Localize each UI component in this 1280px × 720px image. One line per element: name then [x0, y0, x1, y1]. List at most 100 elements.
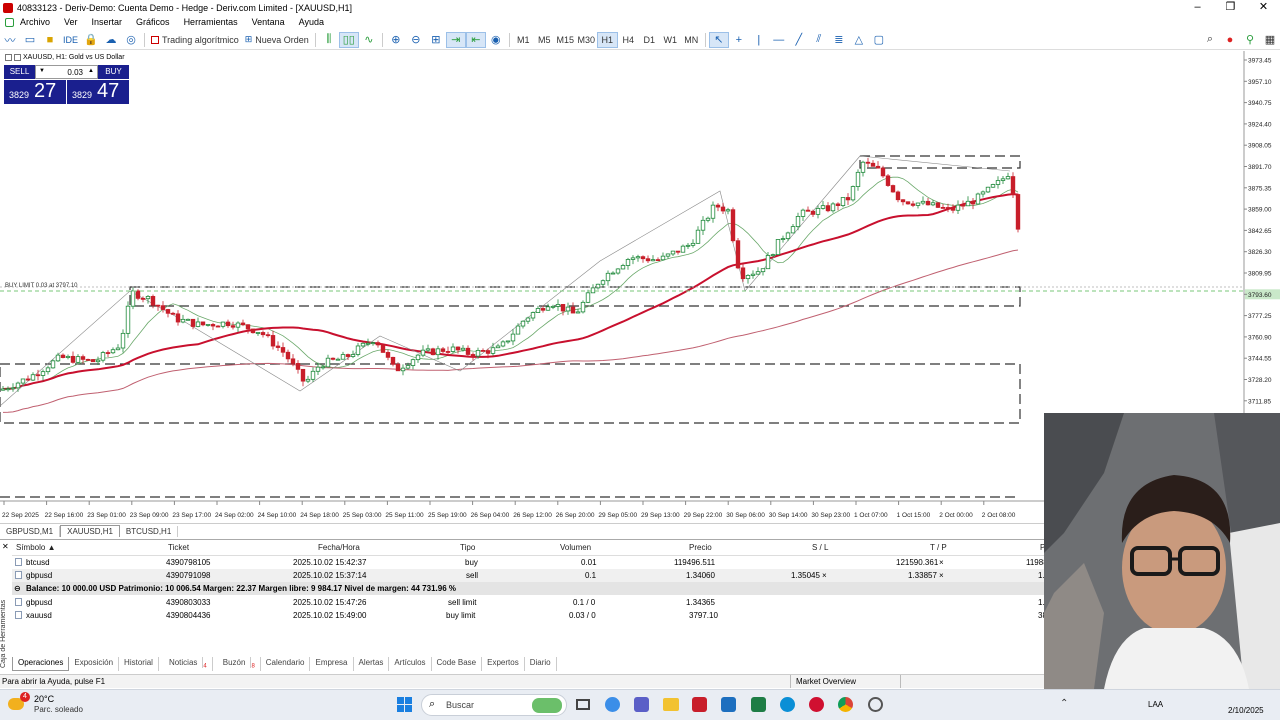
language-indicator[interactable]: LAA	[1148, 700, 1163, 709]
status-profile[interactable]: Market Overview	[796, 677, 856, 686]
col-ticket[interactable]: Ticket	[168, 543, 189, 555]
copilot-icon[interactable]	[605, 697, 620, 712]
teams-icon[interactable]	[634, 697, 649, 712]
tab-buzon[interactable]: Buzón 8	[213, 657, 261, 671]
tf-m1[interactable]: M1	[513, 32, 534, 48]
new-order-button[interactable]: ⊞ Nueva Orden	[242, 32, 312, 48]
menu-ventana[interactable]: Ventana	[252, 17, 285, 27]
menu-archivo[interactable]: Archivo	[20, 17, 50, 27]
tf-d1[interactable]: D1	[639, 32, 660, 48]
chart-shift-icon[interactable]: ⇤	[465, 31, 486, 48]
tab-alertas[interactable]: Alertas	[354, 657, 390, 671]
autoscroll-icon[interactable]: ⇥	[445, 31, 466, 48]
remove-sl-icon[interactable]: ×	[822, 571, 827, 580]
tab-code-base[interactable]: Code Base	[432, 657, 483, 671]
col-tp[interactable]: T / P	[930, 543, 947, 555]
candlestick-icon[interactable]: ▯▯	[338, 31, 359, 48]
tf-h1[interactable]: H1	[596, 31, 618, 48]
menu-graficos[interactable]: Gráficos	[136, 17, 170, 27]
col-volume[interactable]: Volumen	[560, 543, 591, 555]
col-sl[interactable]: S / L	[812, 543, 828, 555]
menu-herramientas[interactable]: Herramientas	[184, 17, 238, 27]
zoom-in-icon[interactable]: ⊕	[386, 32, 406, 48]
remove-tp-icon[interactable]: ×	[939, 558, 944, 567]
layout-icon[interactable]: ▦	[1260, 32, 1280, 48]
signals-icon[interactable]: ◎	[121, 32, 141, 48]
remove-tp-icon[interactable]: ×	[939, 571, 944, 580]
excel-icon[interactable]	[751, 697, 766, 712]
tab-diario[interactable]: Diario	[525, 657, 557, 671]
tf-h4[interactable]: H4	[618, 32, 639, 48]
col-time[interactable]: Fecha/Hora	[318, 543, 360, 555]
crosshair-icon[interactable]: +	[729, 32, 749, 48]
fibonacci-icon[interactable]: ≣	[829, 32, 849, 48]
menu-insertar[interactable]: Insertar	[92, 17, 123, 27]
tf-w1[interactable]: W1	[660, 32, 681, 48]
tab-operaciones[interactable]: Operaciones	[12, 657, 70, 671]
chart-tab-gbpusd[interactable]: GBPUSD,M1	[0, 526, 61, 537]
buy-price-box[interactable]: 3829 47	[67, 80, 129, 104]
search-icon[interactable]: ⌕	[1200, 32, 1220, 48]
profiles-icon[interactable]: ▭	[20, 32, 40, 48]
close-terminal-icon[interactable]: ✕	[2, 542, 9, 551]
tab-exposicion[interactable]: Exposición	[69, 657, 120, 671]
taskbar-date[interactable]: 2/10/2025	[1228, 706, 1264, 715]
channel-icon[interactable]: ⫽	[809, 32, 829, 48]
table-row[interactable]: btcusd 4390798105 2025.10.02 15:42:37 bu…	[12, 556, 1048, 569]
col-symbol[interactable]: Símbolo ▲	[16, 543, 56, 555]
sell-price-box[interactable]: 3829 27	[4, 80, 66, 104]
col-type[interactable]: Tipo	[460, 543, 475, 555]
folder-icon[interactable]: ■	[40, 32, 60, 48]
ide-button[interactable]: IDE	[60, 32, 81, 48]
menu-ver[interactable]: Ver	[64, 17, 78, 27]
line-icon[interactable]: ∿	[359, 32, 379, 48]
volume-up-icon[interactable]: ▲	[88, 68, 94, 74]
tf-mn[interactable]: MN	[681, 32, 702, 48]
opera-icon[interactable]	[809, 697, 824, 712]
tab-historial[interactable]: Historial	[119, 657, 159, 671]
settings-gear-icon[interactable]	[868, 697, 883, 712]
taskbar-search[interactable]: ⌕ Buscar	[421, 694, 567, 716]
deriv-mt5-icon[interactable]	[692, 697, 707, 712]
grid-icon[interactable]: ⊞	[426, 32, 446, 48]
tf-m30[interactable]: M30	[576, 32, 597, 48]
volume-down-icon[interactable]: ▼	[39, 68, 45, 74]
file-explorer-icon[interactable]	[663, 698, 679, 711]
close-icon[interactable]: ✕	[1247, 0, 1280, 15]
col-price[interactable]: Precio	[689, 543, 712, 555]
task-view-icon[interactable]	[576, 699, 590, 710]
zoom-out-icon[interactable]: ⊖	[406, 32, 426, 48]
tab-calendario[interactable]: Calendario	[261, 657, 311, 671]
tray-chevron-icon[interactable]: ⌃	[1060, 698, 1068, 709]
table-row[interactable]: gbpusd 4390803033 2025.10.02 15:47:26 se…	[12, 596, 1045, 609]
tab-noticias[interactable]: Noticias 4	[159, 657, 213, 671]
chart-depth-icon[interactable]	[14, 54, 21, 61]
maximize-icon[interactable]: ❐	[1214, 0, 1247, 15]
account-icon[interactable]: ⚲	[1240, 32, 1260, 48]
lock-icon[interactable]: 🔒	[81, 32, 101, 48]
table-row[interactable]: gbpusd 4390791098 2025.10.02 15:37:14 se…	[12, 569, 1045, 582]
cloud-icon[interactable]: ☁	[101, 32, 121, 48]
table-row[interactable]: xauusd 4390804436 2025.10.02 15:49:00 bu…	[12, 609, 1047, 622]
tab-articulos[interactable]: Artículos	[389, 657, 432, 671]
chart-tab-xauusd[interactable]: XAUUSD,H1	[60, 525, 120, 537]
tf-m5[interactable]: M5	[534, 32, 555, 48]
line-chart-icon[interactable]: 〰	[0, 32, 20, 48]
trendline-icon[interactable]: ╱	[789, 32, 809, 48]
shapes-icon[interactable]: △	[849, 32, 869, 48]
chart-tab-btcusd[interactable]: BTCUSD,H1	[120, 526, 179, 537]
rectangle-icon[interactable]: ▢	[869, 32, 889, 48]
volume-input[interactable]: ▼ 0.03 ▲	[35, 65, 98, 79]
weather-widget[interactable]: 4	[8, 692, 30, 716]
chrome-icon[interactable]	[838, 697, 853, 712]
tab-expertos[interactable]: Expertos	[482, 657, 525, 671]
bar-chart-icon[interactable]: ⫼	[319, 32, 339, 48]
store-icon[interactable]	[721, 697, 736, 712]
buy-button[interactable]: BUY	[98, 65, 129, 79]
notifications-icon[interactable]: ●	[1220, 32, 1240, 48]
skype-icon[interactable]	[780, 697, 795, 712]
indicators-icon[interactable]: ◉	[486, 32, 506, 48]
horizontal-line-icon[interactable]: —	[769, 32, 789, 48]
windows-start-icon[interactable]	[397, 697, 412, 712]
minimize-icon[interactable]: –	[1181, 0, 1214, 15]
